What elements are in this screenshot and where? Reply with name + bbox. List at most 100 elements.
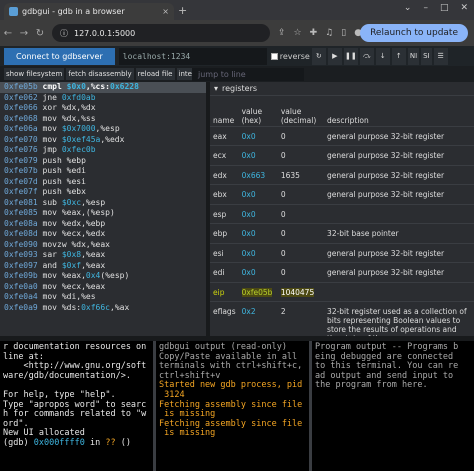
reverse-toggle[interactable]: reverse [270,52,310,61]
register-hex[interactable]: 0x0 [238,204,278,224]
run-icon[interactable]: ↻ [311,47,326,65]
register-hex-value[interactable]: 0x0 [242,210,256,219]
asm-address[interactable]: 0xfe06a [4,124,38,133]
browser-tab[interactable]: gdbgui - gdb in a browser × [4,3,174,20]
asm-address[interactable]: 0xfe05b [4,82,38,91]
asm-row[interactable]: 0xfe05b cmpl $0x0,%cs:0x6228 [0,82,206,93]
asm-address[interactable]: 0xfe090 [4,240,38,249]
asm-row[interactable]: 0xfe0a0 mov %ecx,%eax [0,282,206,293]
asm-address[interactable]: 0xfe0a4 [4,292,38,301]
program-output-terminal[interactable]: Program output -- Programs b eing debugge… [312,341,474,471]
asm-address[interactable]: 0xfe07f [4,187,38,196]
asm-address[interactable]: 0xfe09b [4,271,38,280]
asm-row[interactable]: 0xfe066 xor %dx,%dx [0,103,206,114]
maximize-icon[interactable]: □ [440,3,449,13]
register-hex-value[interactable]: 0x0 [242,249,256,258]
register-hex-value[interactable]: 0x0 [242,190,256,199]
site-info-icon[interactable]: ⓘ [60,28,68,39]
asm-address[interactable]: 0xfe0a9 [4,303,38,312]
registers-header[interactable]: ▾ registers [210,82,474,96]
register-hex-value[interactable]: 0x0 [242,229,256,238]
sidepanel-icon[interactable]: ▯ [341,28,346,38]
register-hex[interactable]: 0x0 [238,145,278,166]
asm-row[interactable]: 0xfe062 jne 0xfd0ab [0,93,206,104]
step-into-icon[interactable]: ↓ [375,47,390,65]
asm-address[interactable]: 0xfe093 [4,250,38,259]
reload-icon[interactable]: ↻ [32,28,48,39]
asm-address[interactable]: 0xfe08d [4,229,38,238]
asm-row[interactable]: 0xfe08d mov %ecx,%edx [0,229,206,240]
asm-row[interactable]: 0xfe085 mov %eax,(%esp) [0,208,206,219]
asm-row[interactable]: 0xfe07f push %ebx [0,187,206,198]
asm-row[interactable]: 0xfe09b mov %eax,0x4(%esp) [0,271,206,282]
step-out-icon[interactable]: ↑ [391,47,406,65]
asm-address[interactable]: 0xfe062 [4,93,38,102]
menu-icon[interactable]: ☰ [433,47,448,65]
pause-icon[interactable]: ❚❚ [343,47,358,65]
asm-row[interactable]: 0xfe068 mov %dx,%ss [0,114,206,125]
asm-address[interactable]: 0xfe07d [4,177,38,186]
asm-address[interactable]: 0xfe070 [4,135,38,144]
asm-row[interactable]: 0xfe07d push %esi [0,177,206,188]
asm-row[interactable]: 0xfe081 sub $0xc,%esp [0,198,206,209]
register-hex-value[interactable]: 0xfe05b [241,287,273,297]
asm-row[interactable]: 0xfe08a mov %edx,%ebp [0,219,206,230]
reload-file-button[interactable]: reload file [135,68,175,80]
media-icon[interactable]: ♫ [325,28,333,38]
asm-address[interactable]: 0xfe097 [4,261,38,270]
register-hex[interactable]: 0x0 [238,126,278,146]
asm-address[interactable]: 0xfe079 [4,156,38,165]
extensions-puzzle-icon[interactable]: ✚ [310,28,318,38]
asm-row[interactable]: 0xfe0a4 mov %di,%es [0,292,206,303]
register-hex-value[interactable]: 0x2 [242,307,256,316]
asm-address[interactable]: 0xfe085 [4,208,38,217]
reverse-checkbox[interactable] [270,52,278,60]
gdbserver-target-input[interactable]: localhost:1234 [118,47,267,65]
register-hex[interactable]: 0x0 [238,262,278,283]
collapse-caret-icon[interactable]: ▾ [214,84,218,93]
asm-row[interactable]: 0xfe06a mov $0x7000,%esp [0,124,206,135]
asm-address[interactable]: 0xfe081 [4,198,38,207]
asm-address[interactable]: 0xfe0a0 [4,282,38,291]
asm-address[interactable]: 0xfe066 [4,103,38,112]
asm-address[interactable]: 0xfe08a [4,219,38,228]
jump-to-line-input[interactable]: jump to line [192,68,304,81]
tab-search-icon[interactable]: ⌄ [404,3,412,13]
continue-icon[interactable]: ▶ [327,47,342,65]
step-over-icon[interactable]: ⤼ [359,47,374,65]
close-window-icon[interactable]: ✕ [460,3,468,13]
relaunch-to-update-button[interactable]: Relaunch to update [360,24,468,42]
asm-row[interactable]: 0xfe093 sar $0x8,%eax [0,250,206,261]
minimize-icon[interactable]: – [423,3,428,13]
asm-row[interactable]: 0xfe079 push %ebp [0,156,206,167]
asm-row[interactable]: 0xfe0a9 mov %ds:0xf66c,%ax [0,303,206,314]
register-hex[interactable]: 0x0 [238,223,278,244]
show-filesystem-button[interactable]: show filesystem [4,68,65,80]
share-icon[interactable]: ⇪ [278,28,286,38]
register-hex-value[interactable]: 0x0 [242,151,256,160]
new-tab-button[interactable]: + [178,4,187,17]
register-hex[interactable]: 0x2 [238,301,278,336]
asm-row[interactable]: 0xfe097 and $0xf,%eax [0,261,206,272]
register-hex-value[interactable]: 0x0 [242,132,256,141]
register-hex[interactable]: 0x663 [238,165,278,185]
register-hex[interactable]: 0x0 [238,184,278,205]
forward-icon[interactable]: → [16,28,32,39]
connect-gdbserver-button[interactable]: Connect to gdbserver [4,47,115,65]
asm-row[interactable]: 0xfe090 movzw %dx,%eax [0,240,206,251]
back-icon[interactable]: ← [0,28,16,39]
omnibox[interactable]: ⓘ 127.0.0.1:5000 [52,24,270,42]
asm-address[interactable]: 0xfe07b [4,166,38,175]
register-hex-value[interactable]: 0x0 [242,268,256,277]
asm-address[interactable]: 0xfe076 [4,145,38,154]
bookmark-star-icon[interactable]: ☆ [294,28,302,38]
disassembly-pane[interactable]: 0xfe05b cmpl $0x0,%cs:0x6228 0xfe062 jne … [0,82,206,336]
next-instruction-button[interactable]: NI [407,47,420,65]
step-instruction-button[interactable]: SI [421,47,432,65]
asm-row[interactable]: 0xfe07b push %edi [0,166,206,177]
asm-row[interactable]: 0xfe070 mov $0xef45a,%edx [0,135,206,146]
fetch-disassembly-button[interactable]: fetch disassembly [66,68,134,80]
gdb-terminal[interactable]: r documentation resources on line at: <ht… [0,341,153,471]
register-hex[interactable]: 0x0 [238,243,278,263]
close-tab-icon[interactable]: × [162,7,169,16]
